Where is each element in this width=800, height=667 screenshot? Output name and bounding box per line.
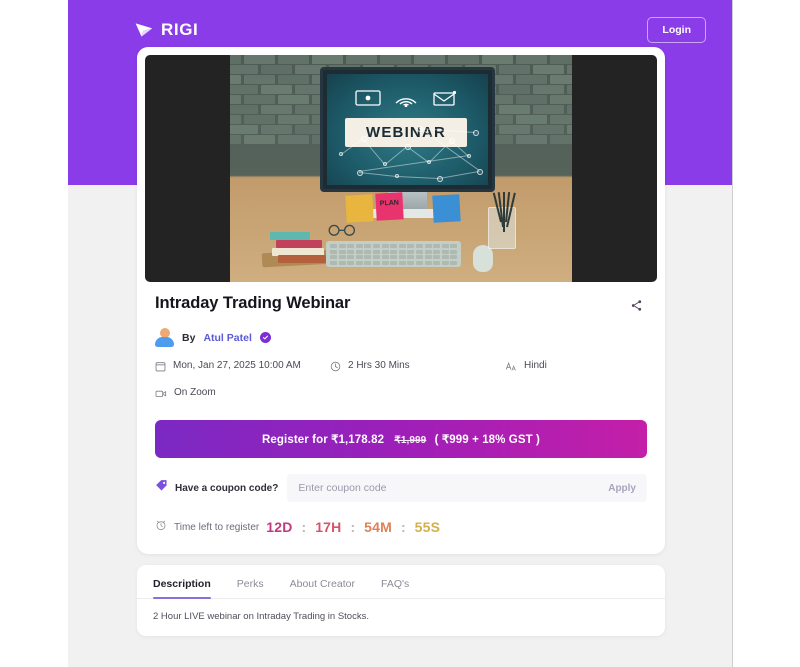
countdown-separator-2: :	[350, 519, 356, 535]
rigi-play-logo-icon	[135, 23, 153, 37]
event-card: WEBINAR PLAN Intraday Trading Webinar By…	[137, 47, 665, 554]
video-camera-icon	[155, 388, 167, 402]
countdown-label: Time left to register	[174, 521, 260, 533]
login-button[interactable]: Login	[647, 17, 706, 43]
countdown-separator-3: :	[401, 519, 406, 535]
avatar	[155, 328, 174, 347]
presentation-icon	[355, 90, 381, 106]
hero-scene: WEBINAR PLAN	[230, 55, 572, 282]
eyeglasses-icon	[328, 224, 356, 236]
page-title: Intraday Trading Webinar	[155, 294, 351, 312]
coupon-label-group: Have a coupon code?	[155, 479, 278, 497]
keyboard	[326, 241, 461, 267]
register-price: ₹1,178.82	[331, 434, 385, 446]
countdown-seconds: 55S	[414, 519, 441, 535]
register-breakdown: ( ₹999 + 18% GST )	[434, 434, 540, 446]
apply-coupon-button[interactable]: Apply	[608, 483, 636, 494]
translate-icon	[505, 361, 517, 375]
meta-language-text: Hindi	[524, 360, 547, 371]
pen-holder	[488, 192, 516, 249]
meta-date: Mon, Jan 27, 2025 10:00 AM	[155, 360, 330, 375]
verified-check-icon	[259, 332, 271, 343]
tab-description[interactable]: Description	[153, 578, 211, 599]
tab-about-creator[interactable]: About Creator	[290, 578, 355, 598]
tab-panel-description: 2 Hour LIVE webinar on Intraday Trading …	[153, 611, 369, 622]
computer-mouse	[473, 245, 493, 272]
meta-language: Hindi	[505, 360, 625, 375]
share-icon	[631, 299, 641, 311]
meta-date-text: Mon, Jan 27, 2025 10:00 AM	[173, 360, 301, 371]
wifi-signal-icon	[393, 90, 419, 107]
brand-logo[interactable]: RIGI	[134, 20, 198, 40]
countdown-hours: 17H	[315, 519, 342, 535]
register-label-prefix: Register for	[262, 434, 328, 446]
event-content: Intraday Trading Webinar By Atul Patel M…	[145, 282, 657, 544]
meta-platform: On Zoom	[155, 387, 647, 402]
countdown-separator-1: :	[301, 519, 307, 535]
hero-image: WEBINAR PLAN	[145, 55, 657, 282]
share-button[interactable]	[625, 294, 647, 316]
site-header: RIGI Login	[68, 0, 732, 60]
meta-duration: 2 Hrs 30 Mins	[330, 360, 505, 375]
clock-icon	[330, 361, 341, 375]
coupon-row: Have a coupon code? Apply	[155, 474, 647, 502]
coupon-input[interactable]	[298, 482, 609, 494]
sticky-note-pink: PLAN	[375, 192, 404, 221]
tab-bar: Description Perks About Creator FAQ's	[137, 565, 665, 599]
web-page: RIGI Login WEBINAR PLAN Intraday Trading…	[68, 0, 733, 667]
title-row: Intraday Trading Webinar	[155, 294, 647, 316]
sticky-note-pink-text: PLAN	[379, 199, 400, 208]
register-old-price: ₹1,999	[394, 435, 427, 446]
countdown-days: 12D	[266, 519, 293, 535]
coupon-field[interactable]: Apply	[287, 474, 647, 502]
details-card: Description Perks About Creator FAQ's 2 …	[137, 565, 665, 636]
monitor-screen: WEBINAR	[327, 74, 488, 185]
meta-platform-text: On Zoom	[174, 387, 216, 398]
event-meta: Mon, Jan 27, 2025 10:00 AM 2 Hrs 30 Mins	[155, 360, 647, 402]
tab-perks[interactable]: Perks	[237, 578, 264, 598]
brand-name: RIGI	[161, 20, 199, 39]
author-row: By Atul Patel	[155, 328, 647, 347]
alarm-clock-icon	[155, 518, 167, 536]
author-name-link[interactable]: Atul Patel	[203, 332, 251, 344]
sticky-note-yellow	[345, 194, 374, 223]
tab-faqs[interactable]: FAQ's	[381, 578, 409, 598]
sticky-note-blue	[432, 194, 461, 223]
calendar-icon	[155, 361, 166, 375]
coupon-label: Have a coupon code?	[175, 482, 279, 494]
register-button[interactable]: Register for ₹1,178.82 ₹1,999 ( ₹999 + 1…	[155, 420, 647, 458]
countdown-minutes: 54M	[364, 519, 392, 535]
by-label: By	[182, 331, 196, 344]
meta-duration-text: 2 Hrs 30 Mins	[348, 360, 410, 371]
email-envelope-icon	[433, 90, 457, 106]
coupon-tag-icon	[155, 479, 168, 497]
countdown-row: Time left to register 12D : 17H : 54M : …	[155, 518, 647, 542]
screenshot-root: RIGI Login WEBINAR PLAN Intraday Trading…	[0, 0, 800, 667]
monitor: WEBINAR	[320, 67, 495, 192]
